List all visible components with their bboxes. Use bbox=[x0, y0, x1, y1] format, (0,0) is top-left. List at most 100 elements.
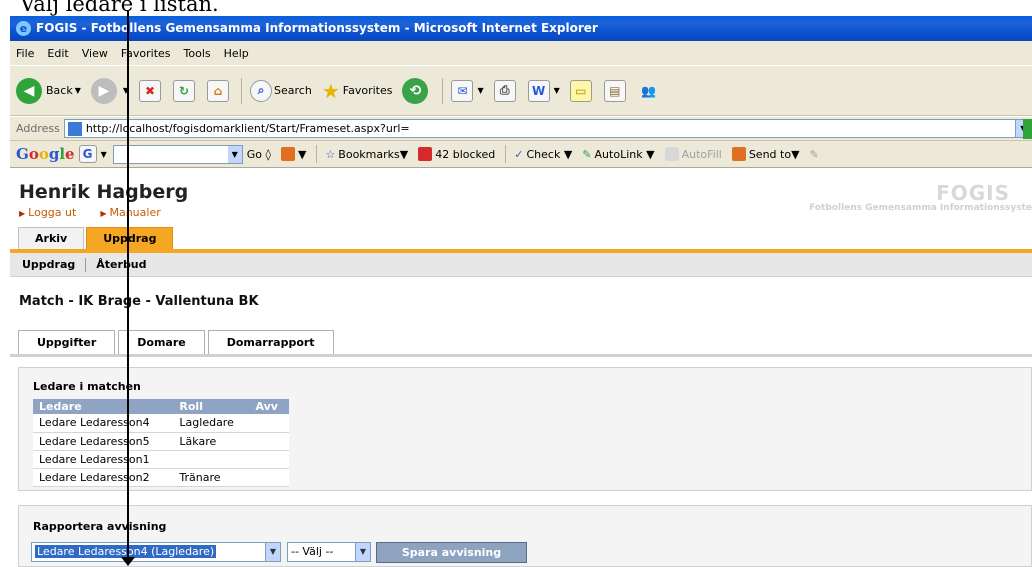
discuss-button[interactable]: ▭ bbox=[569, 75, 594, 107]
triangle-right-icon: ▶ bbox=[19, 209, 26, 218]
google-menu-icon[interactable]: G bbox=[78, 145, 97, 163]
back-button[interactable]: ◀ Back ▼ bbox=[16, 75, 81, 107]
window-titlebar: e FOGIS - Fotbollens Gemensamma Informat… bbox=[10, 16, 1032, 41]
autolink-icon: ✎ bbox=[582, 147, 592, 161]
refresh-button[interactable]: ↻ bbox=[173, 75, 197, 107]
autofill-button[interactable]: AutoFill bbox=[664, 147, 722, 161]
tab-domarrapport[interactable]: Domarrapport bbox=[207, 330, 334, 354]
ie-logo-icon: e bbox=[16, 21, 31, 36]
mail-button[interactable]: ✉ ▼ bbox=[451, 75, 484, 107]
leader-avv bbox=[249, 414, 289, 433]
toolbar-separator bbox=[316, 145, 318, 163]
menu-bar: File Edit View Favorites Tools Help bbox=[10, 41, 1032, 66]
stop-button[interactable]: ✖ bbox=[139, 75, 163, 107]
window-title: FOGIS - Fotbollens Gemensamma Informatio… bbox=[36, 21, 598, 35]
go-button[interactable] bbox=[1023, 119, 1032, 139]
address-bar: Address http://localhost/fogisdomarklien… bbox=[10, 117, 1032, 141]
note-icon: ▭ bbox=[569, 79, 592, 102]
report-panel: Rapportera avvisning Ledare Ledaresson4 … bbox=[18, 505, 1032, 567]
popup-blocker[interactable]: 42 blocked bbox=[418, 147, 495, 161]
page-icon bbox=[67, 121, 82, 136]
leader-name: Ledare Ledaresson2 bbox=[33, 468, 174, 487]
detail-tab-line bbox=[10, 354, 1032, 357]
table-row[interactable]: Ledare Ledaresson5 Läkare bbox=[33, 432, 289, 451]
chevron-down-icon[interactable]: ▼ bbox=[227, 145, 242, 163]
toolbar-separator bbox=[241, 77, 243, 104]
logout-link[interactable]: ▶ Logga ut bbox=[19, 206, 88, 219]
report-panel-title: Rapportera avvisning bbox=[33, 520, 167, 533]
print-icon: ⎙ bbox=[493, 79, 516, 102]
autolink-button[interactable]: ✎ AutoLink ▼ bbox=[582, 148, 654, 161]
stop-icon: ✖ bbox=[139, 79, 162, 102]
header-links: ▶ Logga ut ▶ Manualer bbox=[19, 206, 185, 219]
refresh-icon: ↻ bbox=[173, 79, 196, 102]
google-news-button[interactable]: ▼ bbox=[280, 147, 306, 161]
main-tabs: Arkiv Uppdrag bbox=[18, 227, 175, 249]
mail-icon: ✉ bbox=[451, 79, 474, 102]
research-button[interactable]: ▤ bbox=[603, 75, 628, 107]
toolbar-separator bbox=[442, 77, 444, 104]
leader-avv bbox=[249, 432, 289, 451]
home-button[interactable]: ⌂ bbox=[207, 75, 231, 107]
table-row[interactable]: Ledare Ledaresson2 Tränare bbox=[33, 468, 289, 487]
leader-role bbox=[173, 450, 250, 469]
sendto-button[interactable]: Send to ▼ bbox=[731, 147, 800, 161]
tab-domare[interactable]: Domare bbox=[118, 330, 205, 354]
chevron-down-icon[interactable]: ▼ bbox=[355, 543, 370, 561]
leader-name: Ledare Ledaresson4 bbox=[33, 414, 174, 433]
spellcheck-button[interactable]: ✓ Check ▼ bbox=[514, 148, 572, 161]
menu-view[interactable]: View bbox=[82, 47, 108, 60]
column-header-avv: Avv bbox=[249, 399, 289, 414]
spellcheck-icon: ✓ bbox=[514, 147, 524, 161]
word-icon: W bbox=[527, 79, 550, 102]
messenger-button[interactable]: 👥 bbox=[638, 75, 662, 107]
bookmarks-button[interactable]: ☆ Bookmarks ▼ bbox=[325, 148, 408, 161]
bookmark-star-icon: ☆ bbox=[325, 147, 336, 161]
tab-uppdrag[interactable]: Uppdrag bbox=[86, 227, 174, 249]
save-rejection-button[interactable]: Spara avvisning bbox=[376, 542, 527, 563]
leaders-table: Ledare Roll Avv Ledare Ledaresson4 Lagle… bbox=[33, 399, 289, 487]
menu-file[interactable]: File bbox=[16, 47, 34, 60]
tab-arkiv[interactable]: Arkiv bbox=[18, 227, 85, 249]
leader-name: Ledare Ledaresson1 bbox=[33, 450, 174, 469]
popup-blocker-icon bbox=[418, 147, 433, 161]
print-button[interactable]: ⎙ bbox=[493, 75, 518, 107]
leaders-panel: Ledare i matchen Ledare Roll Avv Ledare … bbox=[18, 367, 1032, 491]
forward-button[interactable]: ▶ ▼ bbox=[90, 75, 129, 107]
sub-navigation: Uppdrag Återbud bbox=[10, 253, 1032, 277]
google-go-button[interactable]: Go ◊ bbox=[247, 148, 271, 161]
subnav-aterbud[interactable]: Återbud bbox=[96, 258, 146, 271]
favorites-button[interactable]: ★ Favorites bbox=[322, 75, 393, 107]
subnav-uppdrag[interactable]: Uppdrag bbox=[22, 258, 75, 271]
chevron-down-icon[interactable]: ▼ bbox=[265, 543, 280, 561]
sendto-icon bbox=[731, 147, 746, 161]
leader-role: Läkare bbox=[173, 432, 250, 451]
table-row[interactable]: Ledare Ledaresson1 bbox=[33, 450, 289, 469]
google-logo: Google bbox=[16, 145, 75, 163]
google-search-input[interactable]: ▼ bbox=[112, 144, 243, 164]
address-input[interactable]: http://localhost/fogisdomarklient/Start/… bbox=[63, 119, 1032, 138]
leader-select[interactable]: Ledare Ledaresson4 (Lagledare) ▼ bbox=[31, 542, 281, 562]
subnav-divider bbox=[85, 257, 87, 272]
edit-button[interactable]: W ▼ bbox=[527, 75, 560, 107]
leader-avv bbox=[249, 468, 289, 487]
menu-help[interactable]: Help bbox=[224, 47, 249, 60]
google-toolbar: Google G ▼ ▼ Go ◊ ▼ ☆ Bookmarks ▼ 42 blocke… bbox=[10, 141, 1032, 168]
page-content: Henrik Hagberg ▶ Logga ut ▶ Manualer FOGIS… bbox=[10, 169, 1032, 567]
settings-icon[interactable]: ✎ bbox=[810, 148, 819, 161]
tab-uppgifter[interactable]: Uppgifter bbox=[18, 330, 116, 354]
column-header-roll: Roll bbox=[173, 399, 250, 414]
search-button[interactable]: ⌕ Search bbox=[250, 75, 312, 107]
manuals-link[interactable]: ▶ Manualer bbox=[100, 206, 172, 219]
leader-role: Lagledare bbox=[173, 414, 250, 433]
star-icon: ★ bbox=[321, 78, 340, 103]
history-button[interactable]: ⟲ bbox=[402, 75, 432, 107]
menu-edit[interactable]: Edit bbox=[47, 47, 68, 60]
menu-tools[interactable]: Tools bbox=[184, 47, 211, 60]
fogis-logo: FOGIS bbox=[936, 181, 1010, 205]
leader-role: Tränare bbox=[173, 468, 250, 487]
reason-select[interactable]: -- Välj -- ▼ bbox=[287, 542, 371, 562]
table-row[interactable]: Ledare Ledaresson4 Lagledare bbox=[33, 414, 289, 433]
toolbar-separator bbox=[505, 145, 507, 163]
annotation-arrow-head-icon bbox=[121, 557, 135, 566]
